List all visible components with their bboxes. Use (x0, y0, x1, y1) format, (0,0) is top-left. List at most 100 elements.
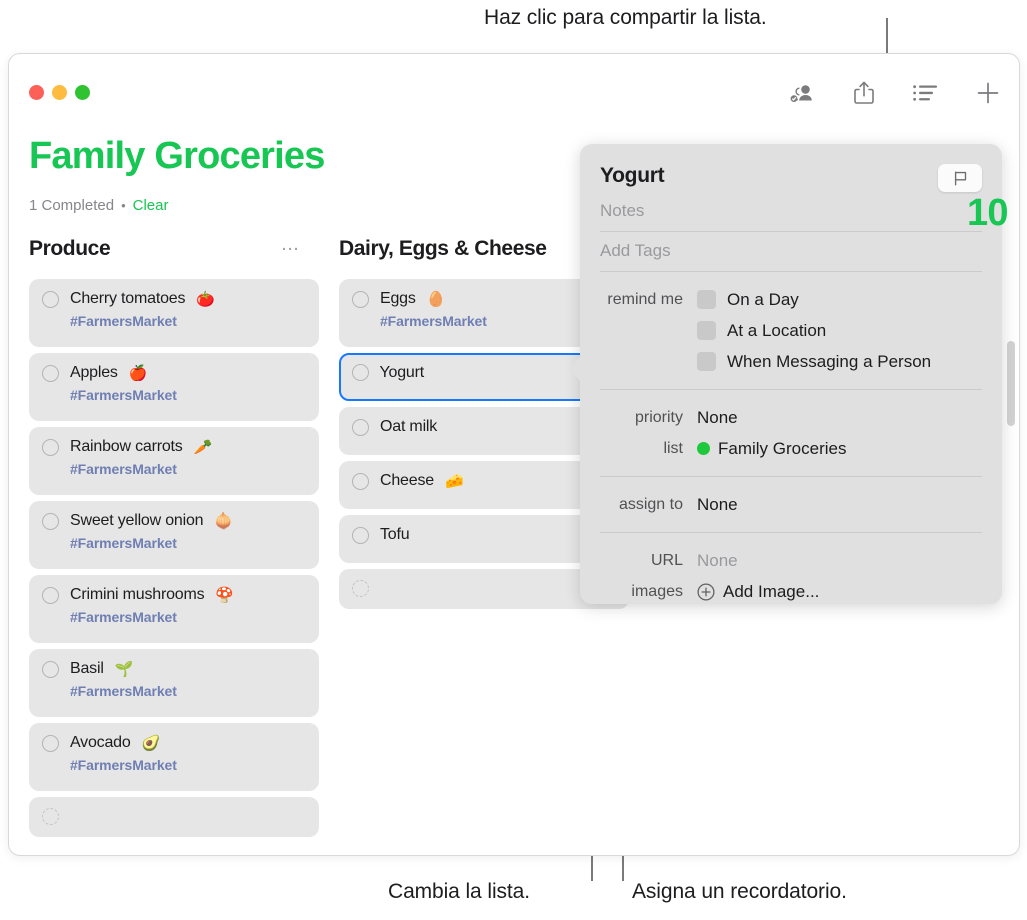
images-row[interactable]: images Add Image... (600, 576, 982, 607)
share-icon[interactable] (847, 76, 881, 110)
complete-circle[interactable] (352, 580, 369, 597)
behind-green-text: 10 (967, 192, 1008, 234)
item-tag[interactable]: #FarmersMarket (70, 757, 307, 773)
page-title: Family Groceries (29, 135, 325, 177)
add-image-wrap[interactable]: Add Image... (697, 582, 819, 602)
remind-me-section: remind me On a Day At a Location When Me… (600, 272, 982, 390)
flag-icon[interactable] (938, 164, 982, 192)
complete-circle[interactable] (351, 364, 369, 381)
item-label: Eggs (380, 290, 416, 307)
item-emoji: 🥚 (426, 291, 446, 308)
priority-row[interactable]: priority None (600, 402, 982, 433)
complete-circle[interactable] (42, 364, 59, 382)
remind-option-at-a-location[interactable]: At a Location (697, 321, 826, 341)
popover-tail (569, 356, 581, 382)
notes-field[interactable]: Notes (600, 192, 982, 232)
column-title: Dairy, Eggs & Cheese (339, 237, 547, 260)
url-value[interactable]: None (697, 551, 738, 571)
item-label: Apples (70, 364, 118, 381)
callout-share-list: Haz clic para compartir la lista. (484, 6, 767, 29)
reminder-detail-popover: Yogurt Notes Add Tags remind me On a Day (569, 144, 1002, 604)
complete-circle[interactable] (352, 472, 369, 490)
clear-button[interactable]: Clear (133, 197, 169, 214)
completed-count: 1 Completed (29, 197, 115, 214)
complete-circle[interactable] (42, 734, 59, 752)
close-button[interactable] (29, 85, 44, 100)
column-header-produce: Produce … (29, 229, 319, 269)
scrollbar-thumb[interactable] (1007, 341, 1015, 426)
checkbox-when-messaging[interactable] (697, 352, 716, 371)
item-emoji: 🧅 (214, 513, 234, 530)
item-tag[interactable]: #FarmersMarket (70, 461, 307, 477)
checkbox-on-a-day[interactable] (697, 290, 716, 309)
item-tag[interactable]: #FarmersMarket (70, 313, 307, 329)
column-more-button[interactable]: … (281, 235, 302, 258)
option-label: At a Location (727, 320, 827, 340)
item-label: Cheese (380, 472, 434, 489)
list-item[interactable]: Rainbow carrots 🥕 #FarmersMarket (29, 427, 319, 495)
list-item[interactable]: Sweet yellow onion 🧅 #FarmersMarket (29, 501, 319, 569)
add-image-label: Add Image... (723, 581, 820, 601)
window-traffic-lights (29, 85, 90, 100)
complete-circle[interactable] (42, 808, 59, 825)
item-label: Sweet yellow onion (70, 512, 204, 529)
item-label: Yogurt (379, 363, 425, 381)
list-view-icon[interactable] (909, 76, 943, 110)
item-tag[interactable]: #FarmersMarket (70, 387, 307, 403)
item-label: Oat milk (380, 418, 438, 435)
popover-title: Yogurt (600, 164, 665, 187)
priority-label: priority (634, 408, 683, 426)
item-emoji: 🌱 (114, 661, 134, 678)
remind-option-when-messaging[interactable]: When Messaging a Person (697, 352, 931, 372)
complete-circle[interactable] (352, 418, 369, 436)
complete-circle[interactable] (42, 586, 59, 604)
list-item[interactable]: Cherry tomatoes 🍅 #FarmersMarket (29, 279, 319, 347)
assign-to-label: assign to (618, 495, 683, 513)
list-value-wrap[interactable]: Family Groceries (697, 439, 846, 459)
list-item[interactable]: Crimini mushrooms 🍄 #FarmersMarket (29, 575, 319, 643)
column-title: Produce (29, 237, 111, 260)
item-emoji: 🍅 (196, 291, 215, 308)
item-emoji: 🧀 (444, 473, 464, 490)
complete-circle[interactable] (352, 526, 369, 544)
complete-circle[interactable] (42, 290, 59, 308)
list-item[interactable]: Avocado 🥑 #FarmersMarket (29, 723, 319, 791)
item-label: Rainbow carrots (70, 438, 183, 455)
priority-value[interactable]: None (697, 408, 738, 428)
list-status: 1 Completed • Clear (29, 197, 168, 214)
item-tag[interactable]: #FarmersMarket (70, 609, 307, 625)
item-tag[interactable]: #FarmersMarket (70, 535, 307, 551)
item-label: Basil (70, 660, 104, 677)
minimize-button[interactable] (52, 85, 67, 100)
plus-circle-icon (697, 582, 715, 601)
share-people-icon[interactable] (785, 76, 819, 110)
complete-circle[interactable] (42, 438, 59, 456)
checkbox-at-a-location[interactable] (697, 321, 716, 340)
url-images-section: URL None images Add Image... (600, 533, 982, 619)
vertical-scrollbar[interactable] (1005, 166, 1018, 854)
item-tag[interactable]: #FarmersMarket (70, 683, 307, 699)
zoom-button[interactable] (75, 85, 90, 100)
remind-row-messaging: When Messaging a Person (600, 346, 982, 377)
complete-circle[interactable] (42, 660, 59, 678)
add-icon[interactable] (971, 76, 1005, 110)
remind-option-on-a-day[interactable]: On a Day (697, 290, 799, 310)
list-row[interactable]: list Family Groceries (600, 433, 982, 464)
option-label: On a Day (727, 289, 799, 309)
complete-circle[interactable] (352, 290, 369, 308)
priority-list-section: priority None list Family Groceries (600, 390, 982, 477)
window-toolbar (785, 76, 1005, 110)
new-item-row[interactable] (29, 797, 319, 837)
complete-circle[interactable] (42, 512, 59, 530)
images-label: images (631, 582, 683, 600)
list-item[interactable]: Apples 🍎 #FarmersMarket (29, 353, 319, 421)
option-label: When Messaging a Person (727, 351, 932, 371)
assign-to-value[interactable]: None (697, 495, 738, 515)
list-value: Family Groceries (718, 438, 847, 458)
assign-row[interactable]: assign to None (600, 489, 982, 520)
remind-row-location: At a Location (600, 315, 982, 346)
tags-field[interactable]: Add Tags (600, 232, 982, 272)
list-item[interactable]: Basil 🌱 #FarmersMarket (29, 649, 319, 717)
assign-section: assign to None (600, 477, 982, 533)
url-row[interactable]: URL None (600, 545, 982, 576)
